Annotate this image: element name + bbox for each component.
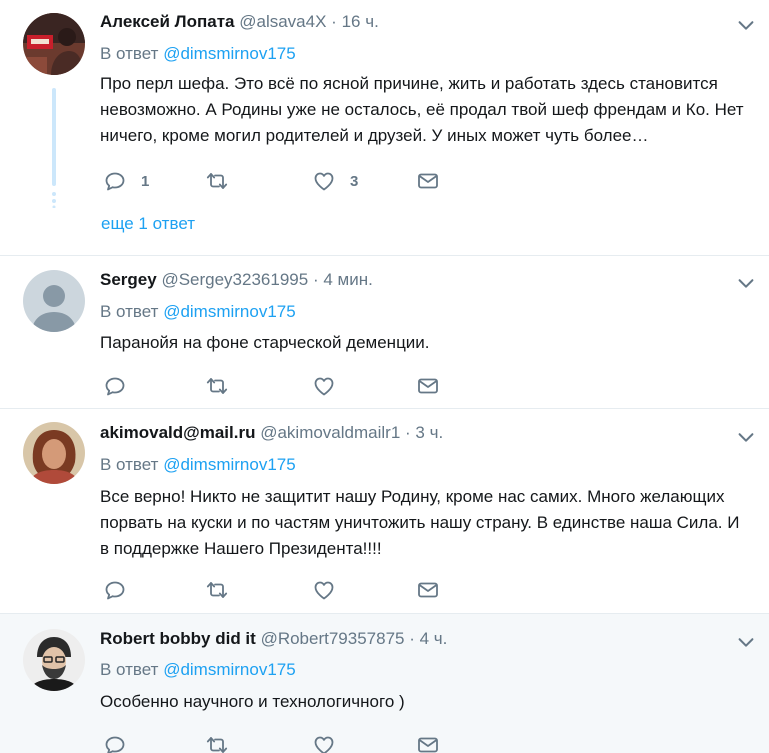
timestamp[interactable]: 4 мин. [323,270,372,289]
display-name[interactable]: Алексей Лопата [100,12,235,31]
user-handle[interactable]: @Robert79357875 [261,629,405,648]
mail-icon [416,733,440,753]
avatar[interactable] [23,629,85,691]
like-icon [312,169,336,193]
tweet-actions [100,732,460,753]
mail-icon [416,169,440,193]
tweet-header: akimovald@mail.ru @akimovaldmailr1 · 3 ч… [100,423,443,443]
tweet[interactable]: Sergey @Sergey32361995 · 4 мин. В ответ … [0,256,769,409]
reply-to-link[interactable]: @dimsmirnov175 [163,44,296,63]
reply-to: В ответ @dimsmirnov175 [100,455,296,475]
user-handle[interactable]: @akimovaldmailr1 [260,423,400,442]
tweet-header: Алексей Лопата @alsava4X · 16 ч. [100,12,379,32]
avatar[interactable] [23,13,85,75]
tweet-text: Особенно научного и технологичного ) [100,692,405,711]
more-replies-link[interactable]: еще 1 ответ [101,214,195,234]
retweet-button[interactable] [205,373,229,399]
like-icon [312,733,336,753]
user-handle[interactable]: @alsava4X [239,12,326,31]
tweet-text: Паранойя на фоне старческой деменции. [100,333,430,352]
tweet[interactable]: Алексей Лопата @alsava4X · 16 ч. В ответ… [0,0,769,256]
avatar[interactable] [23,270,85,332]
retweet-icon [205,733,229,753]
display-name[interactable]: Sergey [100,270,157,289]
like-icon [312,374,336,398]
reply-to: В ответ @dimsmirnov175 [100,302,296,322]
reply-to-label: В ответ [100,302,159,321]
chevron-down-icon[interactable] [735,631,757,653]
reply-icon [103,733,127,753]
reply-to-link[interactable]: @dimsmirnov175 [163,455,296,474]
tweet[interactable]: Robert bobby did it @Robert79357875 · 4 … [0,614,769,753]
reply-button[interactable] [103,373,127,399]
timestamp[interactable]: 4 ч. [420,629,448,648]
like-button[interactable]: 3 [312,168,358,194]
retweet-button[interactable] [205,577,229,603]
reply-to: В ответ @dimsmirnov175 [100,44,296,64]
user-handle[interactable]: @Sergey32361995 [161,270,308,289]
retweet-button[interactable] [205,168,243,194]
like-icon [312,578,336,602]
direct-message-button[interactable] [416,373,440,399]
direct-message-button[interactable] [416,577,440,603]
retweet-icon [205,578,229,602]
avatar[interactable] [23,422,85,484]
tweet-actions [100,373,460,399]
tweet-actions [100,577,460,603]
display-name[interactable]: akimovald@mail.ru [100,423,255,442]
tweet-header: Robert bobby did it @Robert79357875 · 4 … [100,629,447,649]
reply-icon [103,578,127,602]
tweet-actions: 1 3 [100,168,460,194]
reply-to-link[interactable]: @dimsmirnov175 [163,302,296,321]
reply-button[interactable] [103,577,127,603]
separator: · [312,270,319,289]
reply-to-link[interactable]: @dimsmirnov175 [163,660,296,679]
mail-icon [416,374,440,398]
separator: · [331,12,337,31]
reply-button[interactable] [103,732,127,753]
direct-message-button[interactable] [416,168,440,194]
display-name[interactable]: Robert bobby did it [100,629,256,648]
timestamp[interactable]: 16 ч. [342,12,379,31]
separator: · [405,423,411,442]
reply-button[interactable]: 1 [103,168,149,194]
reply-icon [103,374,127,398]
like-button[interactable] [312,373,336,399]
retweet-button[interactable] [205,732,229,753]
tweet-text: Все верно! Никто не защитит нашу Родину,… [100,487,740,558]
reply-icon [103,169,127,193]
chevron-down-icon[interactable] [735,272,757,294]
direct-message-button[interactable] [416,732,440,753]
reply-to-label: В ответ [100,455,159,474]
reply-to-label: В ответ [100,44,159,63]
separator: · [409,629,415,648]
like-button[interactable] [312,732,336,753]
reply-to-label: В ответ [100,660,159,679]
reply-count: 1 [141,172,150,190]
timestamp[interactable]: 3 ч. [415,423,443,442]
thread-line [52,88,56,208]
like-count: 3 [350,172,359,190]
chevron-down-icon[interactable] [735,426,757,448]
retweet-icon [205,374,229,398]
reply-to: В ответ @dimsmirnov175 [100,660,296,680]
tweet-text: Про перл шефа. Это всё по ясной причине,… [100,74,744,145]
tweet-header: Sergey @Sergey32361995 · 4 мин. [100,270,373,290]
mail-icon [416,578,440,602]
chevron-down-icon[interactable] [735,14,757,36]
tweet[interactable]: akimovald@mail.ru @akimovaldmailr1 · 3 ч… [0,409,769,614]
retweet-icon [205,169,229,193]
like-button[interactable] [312,577,336,603]
